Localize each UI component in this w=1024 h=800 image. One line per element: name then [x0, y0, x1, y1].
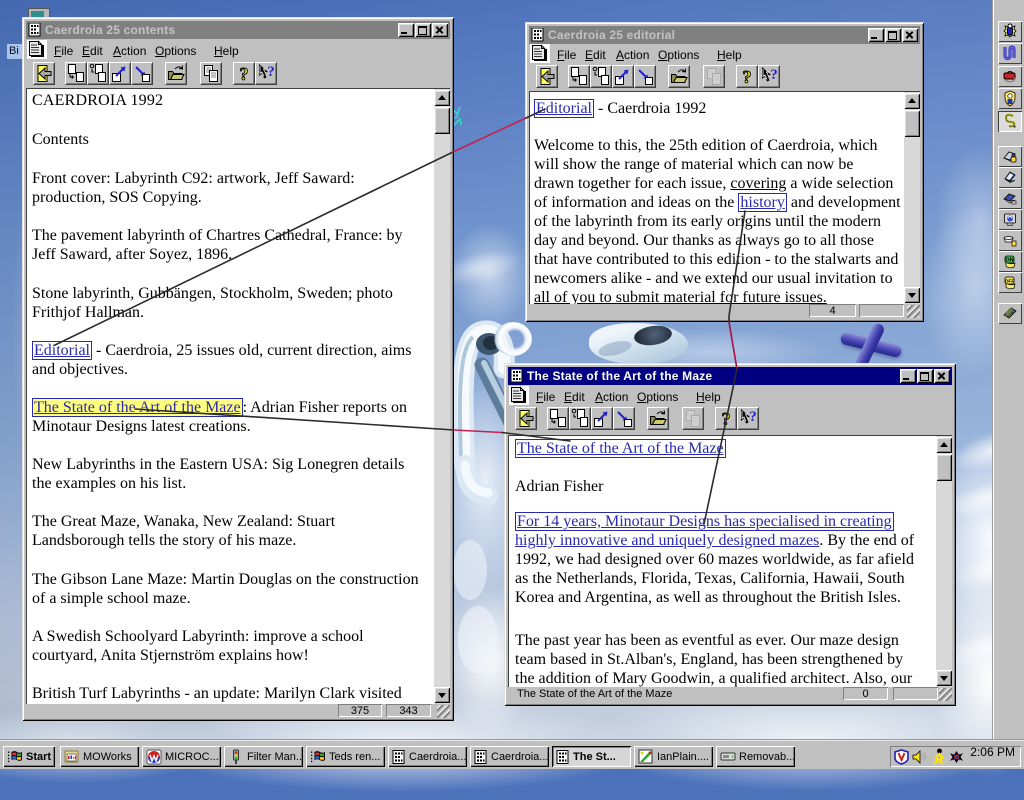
svg-text:?: ? [770, 67, 778, 83]
svg-text:?: ? [749, 409, 757, 425]
svg-text:ON: ON [1005, 258, 1013, 264]
svg-text:?: ? [267, 64, 275, 80]
svg-text:?: ? [743, 67, 752, 87]
svg-text:OFF: OFF [1005, 279, 1015, 285]
svg-text:?: ? [240, 64, 249, 84]
svg-text:?: ? [722, 409, 731, 429]
